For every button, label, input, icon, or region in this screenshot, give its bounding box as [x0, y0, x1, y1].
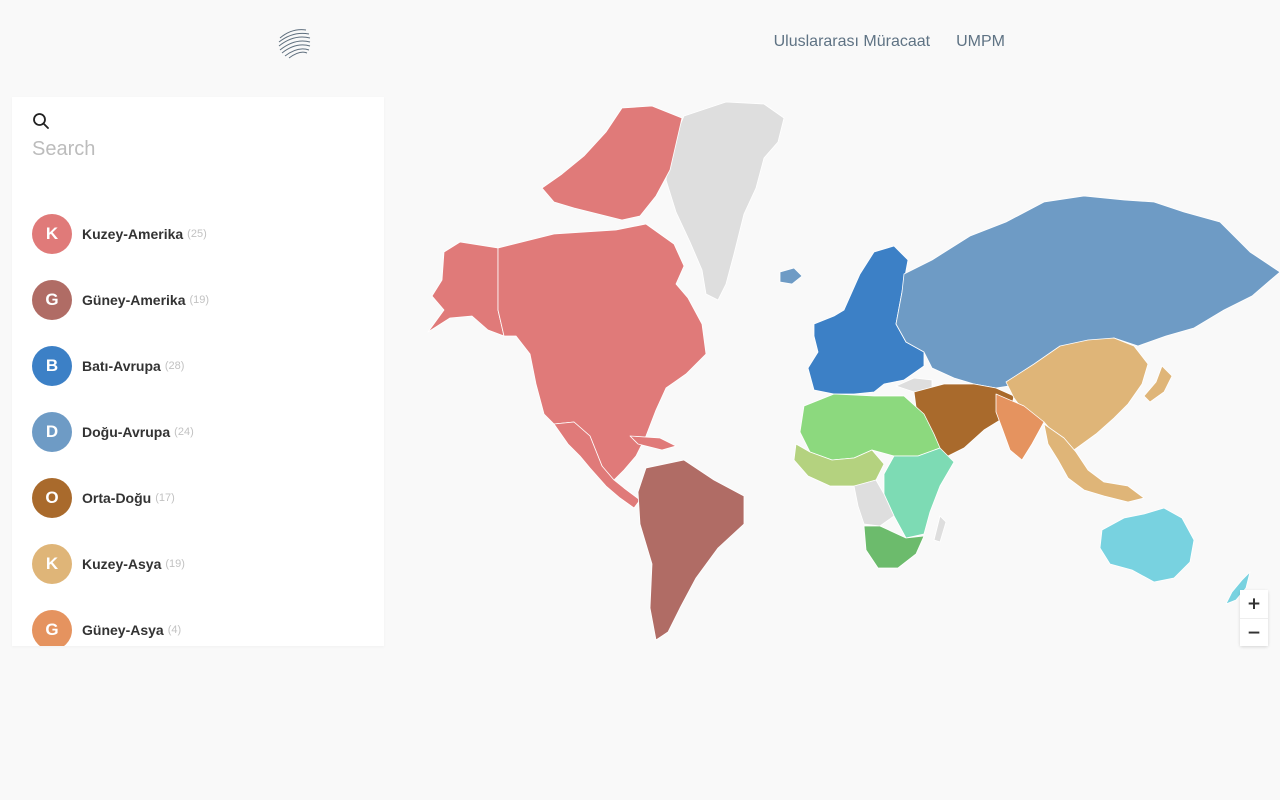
- region-item[interactable]: D Doğu-Avrupa24: [32, 399, 209, 465]
- region-count: 4: [168, 624, 181, 636]
- region-item[interactable]: K Kuzey-Amerika25: [32, 201, 209, 267]
- region-count: 25: [187, 228, 207, 240]
- region-name: Kuzey-Asya: [82, 556, 162, 572]
- map-region-south-america[interactable]: [637, 459, 745, 641]
- map-region-madagascar[interactable]: [933, 515, 947, 543]
- region-count: 19: [165, 558, 185, 570]
- region-list: KKuzey-Amerika25GGüney-Amerika19BBatı-Av…: [32, 201, 209, 646]
- world-map[interactable]: [384, 84, 1280, 654]
- zoom-in-button[interactable]: +: [1240, 590, 1268, 618]
- nav-link-uluslararasi-muracaat[interactable]: Uluslararası Müracaat: [774, 33, 931, 51]
- region-avatar: O: [32, 478, 72, 518]
- region-avatar: K: [32, 544, 72, 584]
- region-count: 17: [155, 492, 175, 504]
- region-avatar: D: [32, 412, 72, 452]
- search-icon[interactable]: [32, 112, 50, 130]
- region-count: 28: [165, 360, 185, 372]
- zoom-control: + −: [1240, 590, 1268, 646]
- region-avatar: B: [32, 346, 72, 386]
- region-item[interactable]: G Güney-Amerika19: [32, 267, 209, 333]
- region-avatar: G: [32, 610, 72, 646]
- region-avatar: K: [32, 214, 72, 254]
- region-name: Kuzey-Amerika: [82, 226, 184, 242]
- region-count: 19: [189, 294, 209, 306]
- region-avatar: G: [32, 280, 72, 320]
- top-nav: Uluslararası Müracaat UMPM: [774, 33, 1005, 51]
- map-region-iceland[interactable]: [779, 267, 803, 285]
- region-count: 24: [174, 426, 194, 438]
- region-name: Güney-Amerika: [82, 292, 186, 308]
- zoom-out-button[interactable]: −: [1240, 618, 1268, 646]
- header: Uluslararası Müracaat UMPM: [0, 0, 1280, 84]
- map-region-alaska[interactable]: [427, 241, 505, 337]
- region-name: Orta-Doğu: [82, 490, 152, 506]
- search-input[interactable]: [32, 135, 362, 163]
- region-panel: KKuzey-Amerika25GGüney-Amerika19BBatı-Av…: [12, 97, 384, 646]
- region-name: Doğu-Avrupa: [82, 424, 171, 440]
- region-item[interactable]: K Kuzey-Asya19: [32, 531, 209, 597]
- world-map-svg: [427, 101, 1280, 641]
- map-region-australia[interactable]: [1099, 507, 1195, 583]
- region-name: Batı-Avrupa: [82, 358, 161, 374]
- globe-logo-icon[interactable]: [276, 24, 312, 60]
- map-region-japan[interactable]: [1143, 365, 1173, 403]
- map-region-greenland[interactable]: [665, 101, 785, 301]
- region-name: Güney-Asya: [82, 622, 164, 638]
- map-region-north-america[interactable]: [497, 223, 707, 483]
- map-region-canadian-arctic[interactable]: [541, 105, 683, 221]
- region-item[interactable]: O Orta-Doğu17: [32, 465, 209, 531]
- region-item[interactable]: B Batı-Avrupa 28: [32, 333, 209, 399]
- region-item[interactable]: G Güney-Asya 4: [32, 597, 209, 646]
- nav-link-umpm[interactable]: UMPM: [956, 33, 1005, 51]
